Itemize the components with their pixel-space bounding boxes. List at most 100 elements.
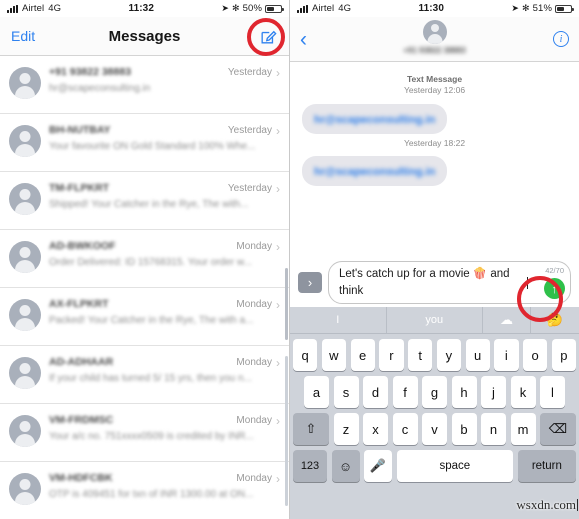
message-text: hr@scapeconsulting.in <box>314 166 436 179</box>
carrier-name: Airtel <box>22 3 45 14</box>
message-input[interactable]: Let's catch up for a movie 🍿 and think 4… <box>328 260 571 305</box>
scrollbar-track[interactable] <box>285 356 288 506</box>
battery-percent: 50% <box>242 3 262 14</box>
microphone-icon[interactable]: 🎤 <box>364 450 392 482</box>
incoming-bubble[interactable]: hr@scapeconsulting.in <box>298 156 448 187</box>
prediction-2[interactable]: you <box>387 307 483 333</box>
key-g[interactable]: g <box>422 376 447 408</box>
key-x[interactable]: x <box>363 413 388 445</box>
left-status-right: ➤ ✻ 50% <box>221 3 284 14</box>
timestamp: Yesterday <box>227 183 272 194</box>
message-preview: Your favourite ON Gold Standard 100% Whe… <box>49 140 256 152</box>
key-e[interactable]: e <box>350 339 375 371</box>
watermark: wsxdn.com <box>516 497 576 512</box>
avatar <box>9 299 41 331</box>
space-key[interactable]: space <box>396 450 514 482</box>
message-text: hr@scapeconsulting.in <box>314 113 436 126</box>
expand-apps-button[interactable]: › <box>298 272 322 293</box>
thread-timestamp-label: Text Message <box>406 74 463 84</box>
key-j[interactable]: j <box>481 376 506 408</box>
arrow-up-icon: ↑ <box>551 281 558 296</box>
key-p[interactable]: p <box>551 339 576 371</box>
key-n[interactable]: n <box>481 413 506 445</box>
list-item[interactable]: AD-ADHAAR Monday › If your child has tur… <box>0 346 289 404</box>
conversation-peer[interactable]: +91 93822 38883 <box>290 20 579 55</box>
key-o[interactable]: o <box>523 339 548 371</box>
key-s[interactable]: s <box>333 376 359 408</box>
return-key[interactable]: return <box>517 450 576 482</box>
compose-button[interactable] <box>259 27 278 46</box>
scrollbar-thumb[interactable] <box>285 268 288 340</box>
conversation-phone: Airtel 4G 11:30 ➤ ✻ 51% ‹ +91 93822 3888… <box>290 0 579 519</box>
status-clock: 11:32 <box>128 3 154 14</box>
key-y[interactable]: y <box>436 339 461 371</box>
chevron-right-icon: › <box>276 239 280 254</box>
list-item[interactable]: VM-FRDMSC Monday › Your a/c no. 751xxxx0… <box>0 404 289 462</box>
avatar <box>9 183 41 215</box>
avatar <box>9 415 41 447</box>
key-i[interactable]: i <box>494 339 519 371</box>
list-item-meta: Yesterday › <box>228 125 280 137</box>
key-w[interactable]: w <box>321 339 346 371</box>
edit-button[interactable]: Edit <box>11 28 35 44</box>
key-h[interactable]: h <box>451 376 477 408</box>
list-item-meta: Yesterday › <box>228 67 280 79</box>
list-item-body: BH-NUTBAY Yesterday › Your favourite ON … <box>49 123 280 152</box>
list-item[interactable]: VM-HDFCBK Monday › OTP is 409451 for txn… <box>0 462 289 519</box>
right-status-left: Airtel 4G <box>297 3 351 14</box>
carrier-name: Airtel <box>312 3 335 14</box>
list-item-meta: Monday › <box>236 473 280 485</box>
key-k[interactable]: k <box>510 376 536 408</box>
message-preview: If your child has turned 5/ 15 yrs, then… <box>49 372 252 384</box>
key-m[interactable]: m <box>510 413 536 445</box>
message-preview: Order Delivered: ID 15768315. Your order… <box>49 256 252 268</box>
location-arrow-icon: ➤ <box>511 3 520 13</box>
smiley-face-icon[interactable]: ☺ <box>331 450 360 482</box>
message-preview: Packed! Your Catcher in the Rye, The wit… <box>49 314 254 326</box>
avatar <box>9 125 41 157</box>
shift-arrow-icon[interactable]: ⇧ <box>293 413 329 445</box>
info-button[interactable]: i <box>553 31 569 47</box>
timestamp: Monday <box>236 357 272 368</box>
prediction-emoji-2[interactable]: 🤔 <box>531 307 579 333</box>
key-d[interactable]: d <box>363 376 388 408</box>
message-preview: Shipped! Your Catcher in the Rye, The wi… <box>49 198 249 210</box>
numbers-key[interactable]: 123 <box>293 450 327 482</box>
predictive-text-bar: I you ☁ 🤔 <box>290 307 579 334</box>
chevron-right-icon: › <box>307 275 313 290</box>
key-v[interactable]: v <box>422 413 447 445</box>
compose-bar: › Let's catch up for a movie 🍿 and think… <box>290 258 579 307</box>
list-item[interactable]: BH-NUTBAY Yesterday › Your favourite ON … <box>0 114 289 172</box>
thread-timestamp: Text Message Yesterday 12:06 <box>302 74 567 97</box>
key-t[interactable]: t <box>408 339 433 371</box>
list-item-top: VM-FRDMSC Monday › <box>49 414 280 427</box>
prediction-1[interactable]: I <box>290 307 387 333</box>
conversation-nav-bar: ‹ +91 93822 38883 i <box>290 17 579 62</box>
prediction-emoji-1[interactable]: ☁ <box>483 307 531 333</box>
key-l[interactable]: l <box>540 376 565 408</box>
send-button[interactable]: ↑ <box>544 278 565 300</box>
key-u[interactable]: u <box>465 339 490 371</box>
list-item[interactable]: AD-BWKOOF Monday › Order Delivered: ID 1… <box>0 230 289 288</box>
key-c[interactable]: c <box>392 413 418 445</box>
list-item-top: TM-FLPKRT Yesterday › <box>49 182 280 195</box>
back-button[interactable]: ‹ <box>300 29 307 50</box>
incoming-bubble[interactable]: hr@scapeconsulting.in <box>298 103 448 134</box>
key-a[interactable]: a <box>304 376 329 408</box>
signal-bars-icon <box>7 4 18 13</box>
list-item[interactable]: +91 93822 38883 Yesterday › hr@scapecons… <box>0 56 289 114</box>
list-item-top: AD-BWKOOF Monday › <box>49 240 280 253</box>
key-r[interactable]: r <box>379 339 404 371</box>
thread-timestamp: Yesterday 18:22 <box>302 138 567 149</box>
key-f[interactable]: f <box>392 376 418 408</box>
key-q[interactable]: q <box>293 339 318 371</box>
key-z[interactable]: z <box>333 413 359 445</box>
timestamp: Yesterday <box>227 125 272 136</box>
signal-bars-icon <box>297 4 308 13</box>
list-item[interactable]: TM-FLPKRT Yesterday › Shipped! Your Catc… <box>0 172 289 230</box>
conversation-list[interactable]: +91 93822 38883 Yesterday › hr@scapecons… <box>0 56 289 519</box>
key-b[interactable]: b <box>451 413 477 445</box>
list-item[interactable]: AX-FLPKRT Monday › Packed! Your Catcher … <box>0 288 289 346</box>
backspace-delete-icon[interactable]: ⌫ <box>540 413 576 445</box>
sender-name: VM-HDFCBK <box>49 472 113 484</box>
